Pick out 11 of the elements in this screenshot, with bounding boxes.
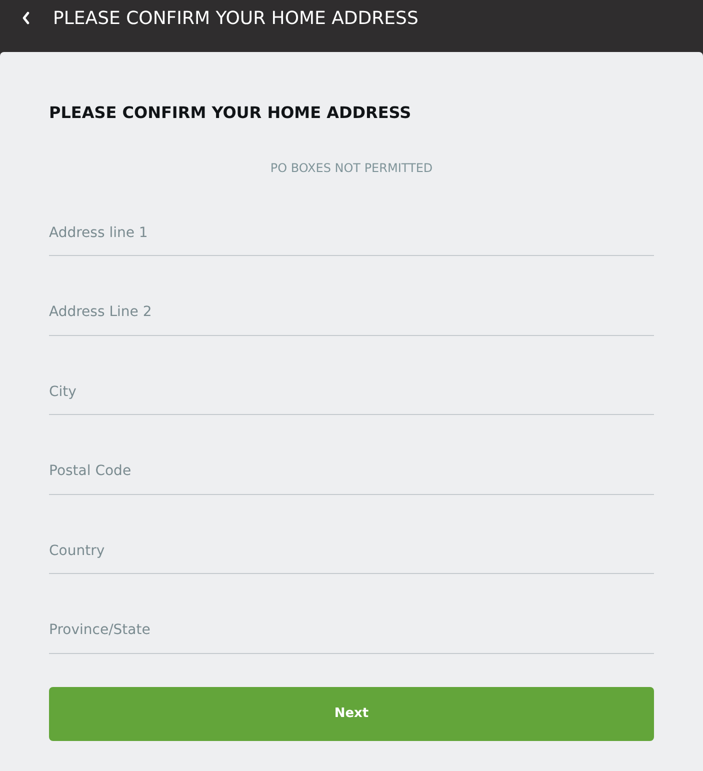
input-field[interactable]: Address line 1 (49, 210, 654, 256)
form-heading: PLEASE CONFIRM YOUR HOME ADDRESS (49, 103, 412, 123)
input-field[interactable]: Postal Code (49, 448, 654, 494)
page-title: PLEASE CONFIRM YOUR HOME ADDRESS (53, 7, 418, 31)
input-field[interactable]: City (49, 369, 654, 415)
input-field[interactable]: Address Line 2 (49, 290, 654, 336)
back-icon[interactable] (21, 11, 31, 25)
next-button[interactable]: Next (49, 686, 654, 740)
notice-text: PO BOXES NOT PERMITTED (270, 160, 433, 176)
input-field[interactable]: Country (49, 528, 654, 574)
input-field[interactable]: Province/State (49, 608, 654, 654)
